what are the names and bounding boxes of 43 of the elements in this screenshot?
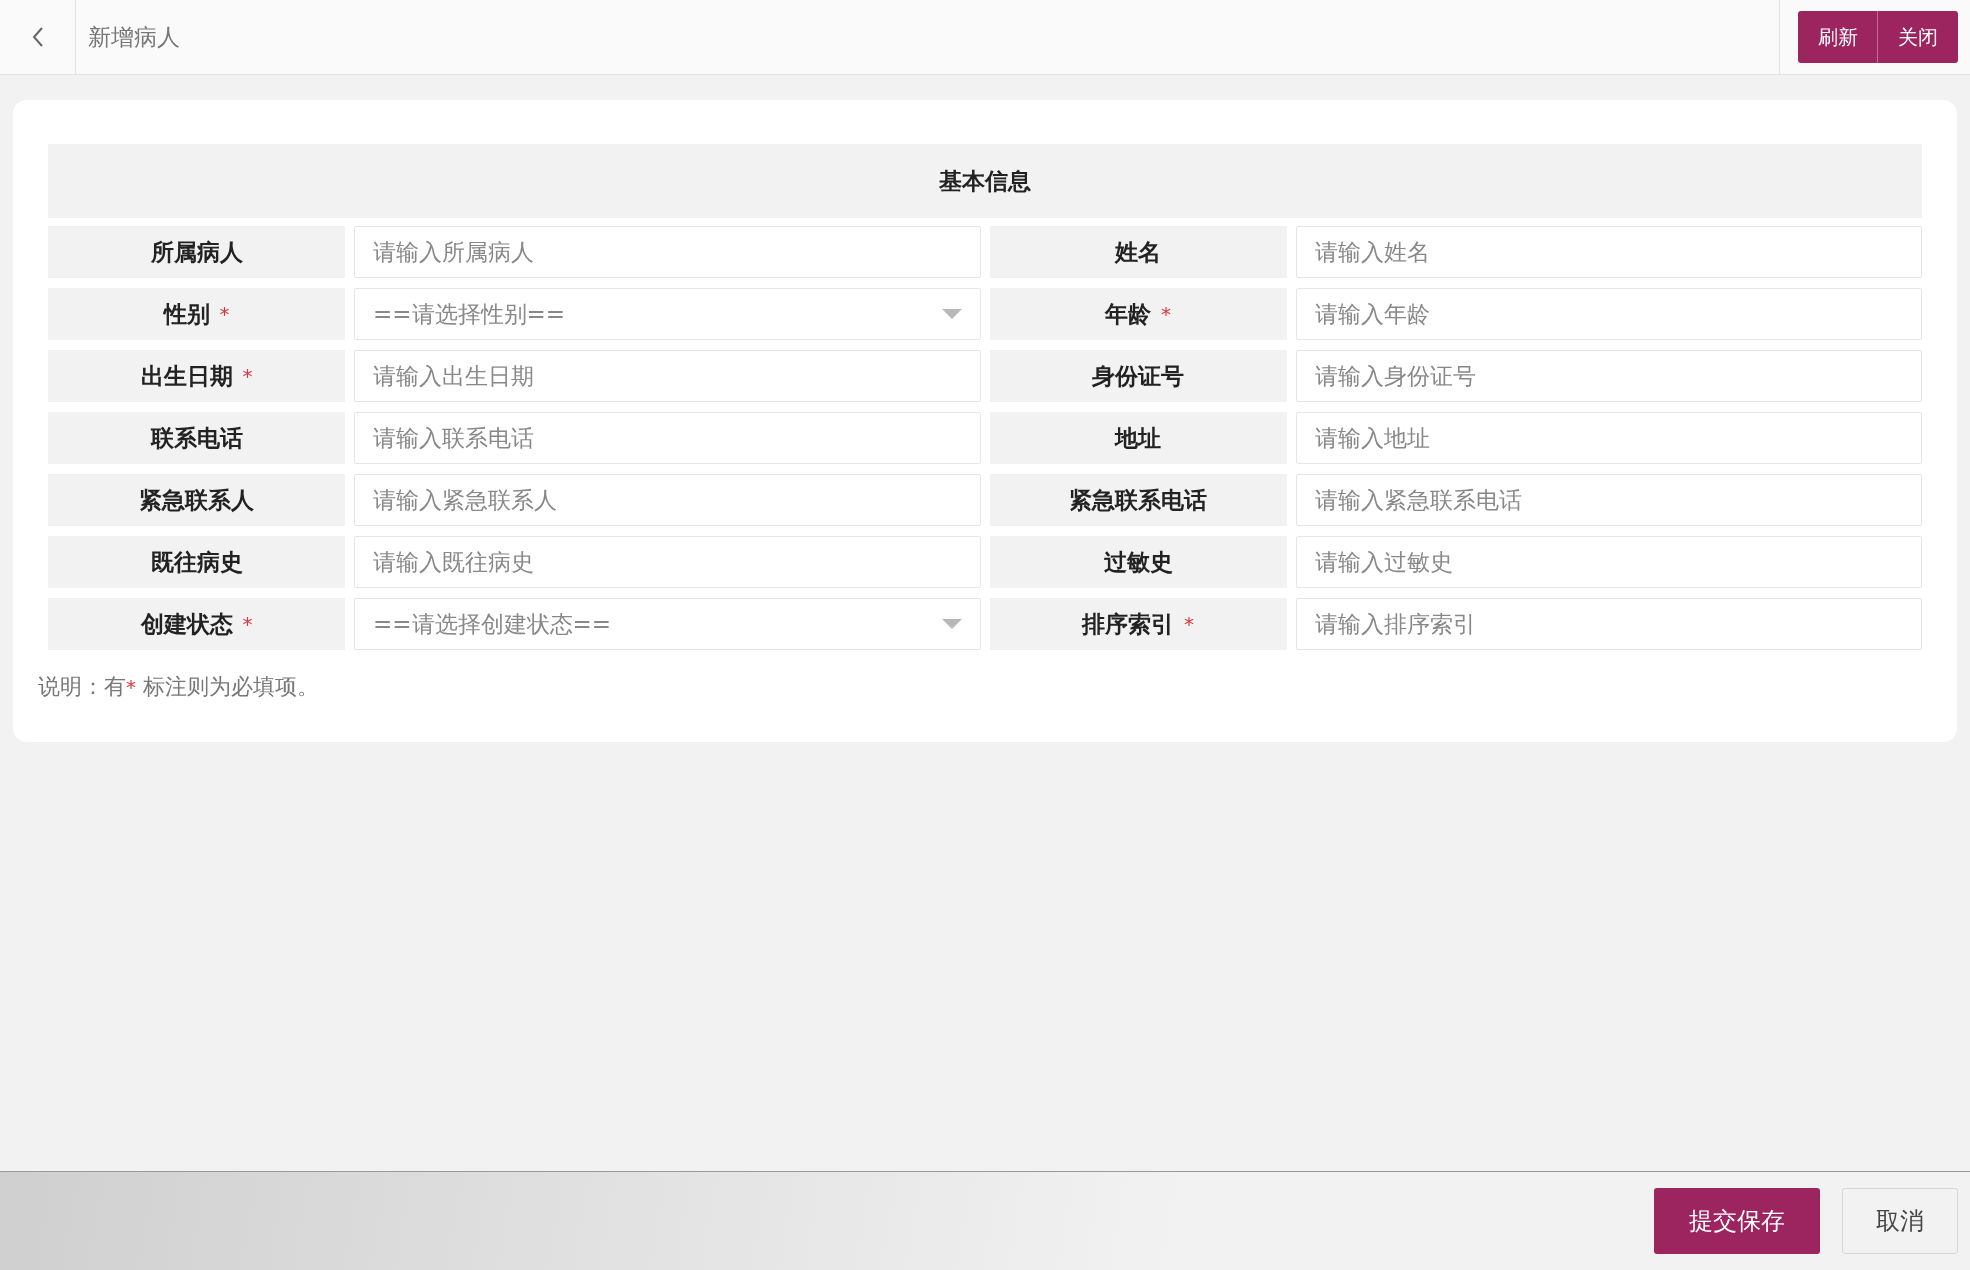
text-field[interactable]: 请输入身份证号 [1295, 350, 1922, 402]
text-field[interactable]: 请输入联系电话 [354, 412, 981, 464]
back-icon [31, 26, 44, 48]
text-field[interactable]: 请输入紧急联系人 [354, 474, 981, 526]
select-field[interactable]: ==请选择性别== [354, 288, 981, 340]
toolbar-button[interactable]: 关闭 [1878, 11, 1958, 63]
caret-icon [941, 619, 962, 629]
required-asterisk: * [242, 364, 253, 388]
field-label: 既往病史 [150, 547, 243, 577]
required-asterisk: * [1184, 612, 1194, 636]
field-label: 紧急联系电话 [1069, 485, 1207, 515]
field-label: 性别 [163, 299, 210, 329]
section-title: 基本信息 [48, 144, 1922, 218]
field-label: 过敏史 [1103, 547, 1173, 577]
field-label: 联系电话 [150, 423, 243, 453]
note-text: 说明：有* 标注则为必填项。 [38, 673, 320, 701]
text-field[interactable]: 请输入出生日期 [354, 350, 981, 402]
submit-button[interactable]: 提交保存 [1654, 1188, 1820, 1254]
field-label: 身份证号 [1092, 361, 1184, 391]
field-label: 所属病人 [150, 237, 243, 267]
field-label: 姓名 [1115, 237, 1161, 267]
field-label: 排序索引 [1082, 609, 1174, 639]
required-asterisk: * [1161, 302, 1171, 326]
text-field[interactable]: 请输入所属病人 [354, 226, 981, 278]
required-asterisk: * [242, 612, 253, 636]
text-field[interactable]: 请输入既往病史 [354, 536, 981, 588]
text-field[interactable]: 请输入姓名 [1295, 226, 1922, 278]
field-label: 创建状态 [140, 609, 233, 639]
field-label: 紧急联系人 [139, 485, 254, 515]
field-label: 出生日期 [140, 361, 233, 391]
text-field[interactable]: 请输入紧急联系电话 [1295, 474, 1922, 526]
text-field[interactable]: 请输入过敏史 [1295, 536, 1922, 588]
caret-icon [941, 309, 962, 319]
required-asterisk: * [219, 302, 230, 326]
toolbar-button[interactable]: 刷新 [1798, 11, 1878, 63]
text-field[interactable]: 请输入地址 [1295, 412, 1922, 464]
field-label: 地址 [1115, 423, 1161, 453]
page-title: 新增病人 [87, 22, 181, 52]
select-field[interactable]: ==请选择创建状态== [354, 598, 981, 650]
cancel-button[interactable]: 取消 [1842, 1188, 1958, 1254]
text-field[interactable]: 请输入年龄 [1295, 288, 1922, 340]
text-field[interactable]: 请输入排序索引 [1295, 598, 1922, 650]
field-label: 年龄 [1105, 299, 1151, 329]
